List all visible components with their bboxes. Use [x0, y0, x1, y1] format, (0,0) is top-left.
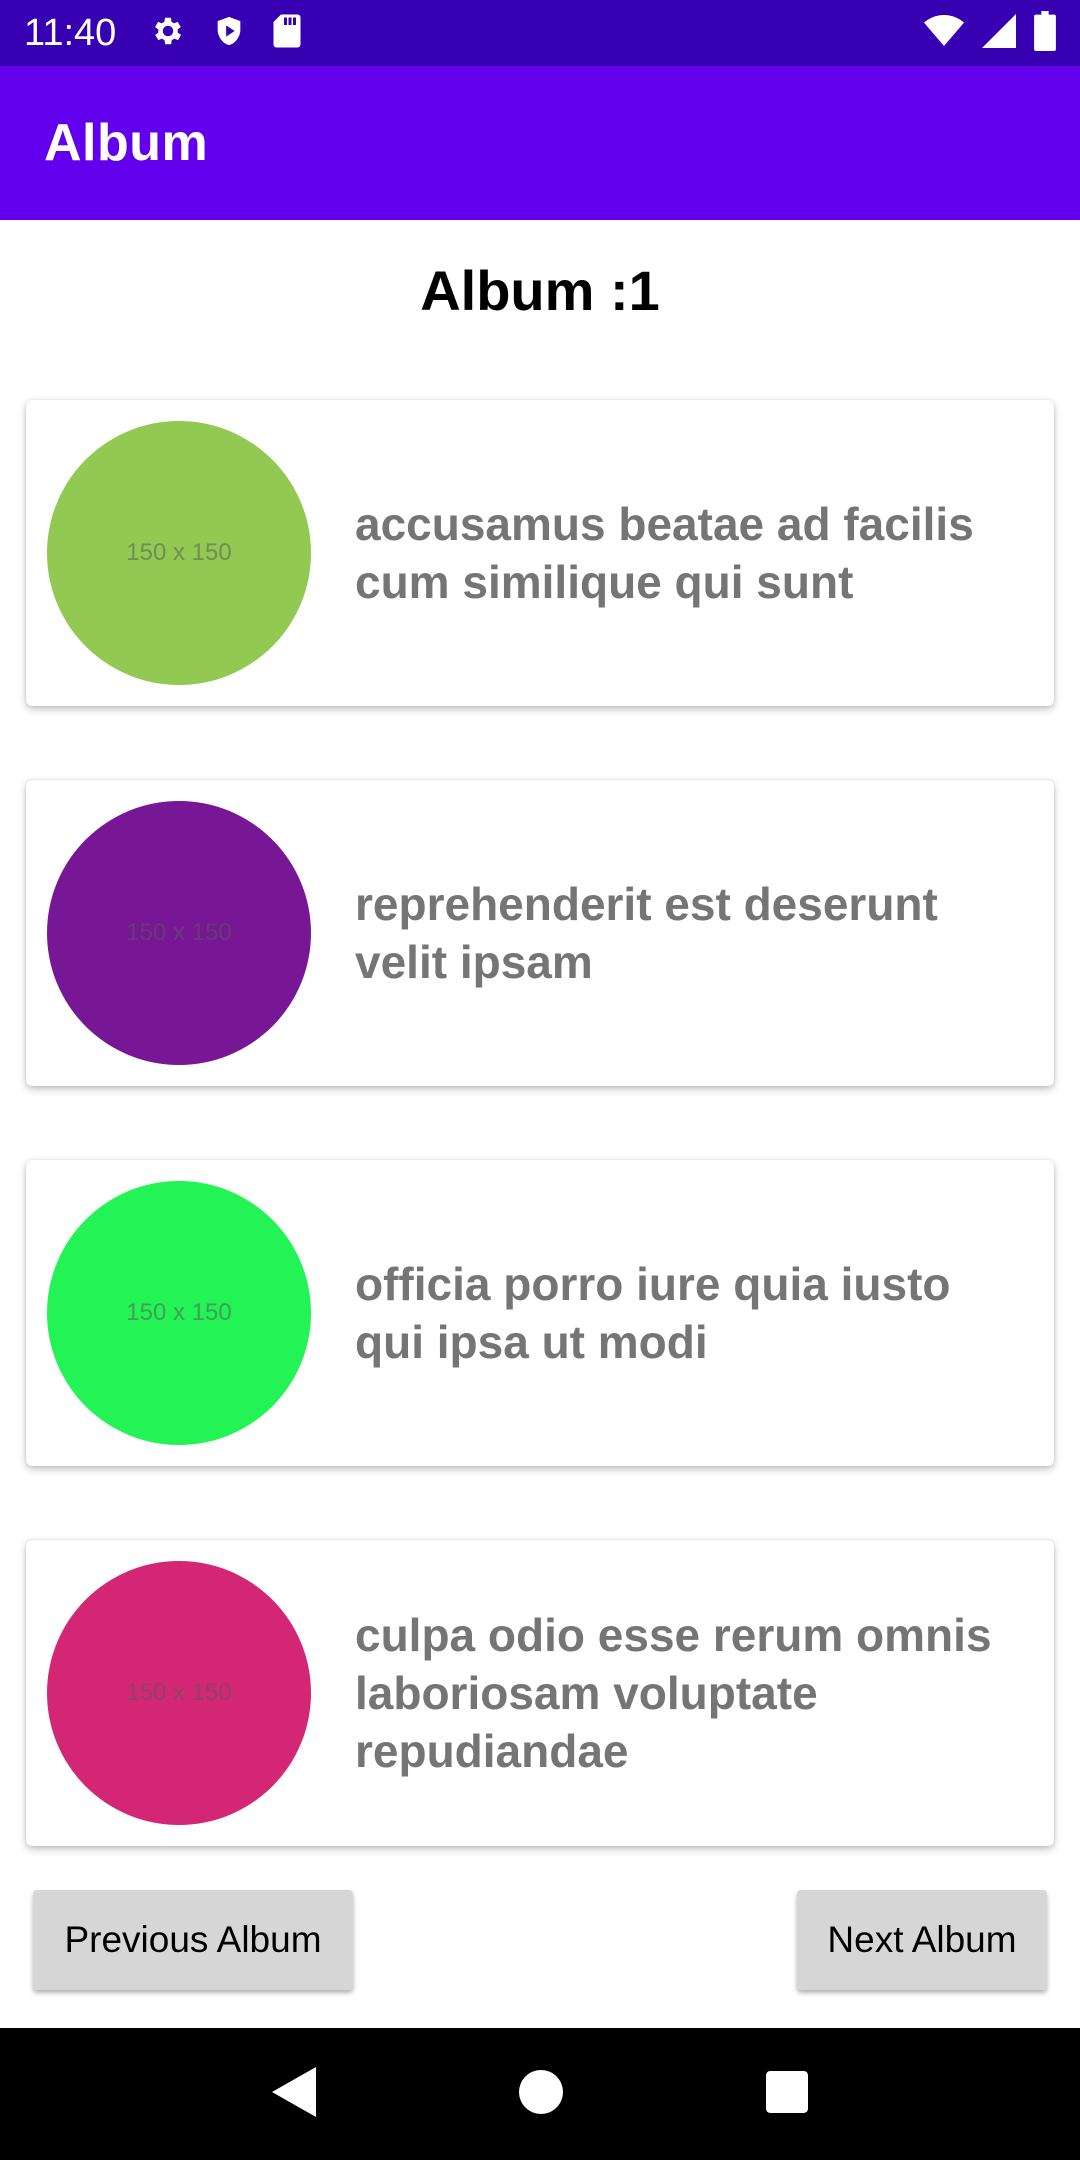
- status-icons-right: [924, 10, 1056, 56]
- status-icons-left: [150, 13, 302, 54]
- album-thumbnail: 150 x 150: [47, 421, 311, 685]
- wifi-icon: [924, 14, 964, 53]
- next-album-button[interactable]: Next Album: [797, 1890, 1047, 1990]
- album-title: culpa odio esse rerum omnis laboriosam v…: [355, 1609, 992, 1777]
- sd-card-icon: [272, 13, 302, 54]
- album-thumbnail: 150 x 150: [47, 1561, 311, 1825]
- album-card[interactable]: 150 x 150 culpa odio esse rerum omnis la…: [26, 1540, 1054, 1846]
- album-card[interactable]: 150 x 150 accusamus beatae ad facilis cu…: [26, 400, 1054, 706]
- thumbnail-label: 150 x 150: [126, 539, 232, 566]
- album-card[interactable]: 150 x 150 officia porro iure quia iusto …: [26, 1160, 1054, 1466]
- album-title: officia porro iure quia iusto qui ipsa u…: [355, 1258, 951, 1368]
- settings-icon: [150, 13, 186, 54]
- thumbnail-label: 150 x 150: [126, 919, 232, 946]
- pagination-bar: Previous Album Next Album: [0, 1874, 1080, 2028]
- back-icon[interactable]: [271, 2066, 316, 2122]
- system-nav-bar: [0, 2028, 1080, 2160]
- thumbnail-label: 150 x 150: [126, 1679, 232, 1706]
- album-thumbnail: 150 x 150: [47, 801, 311, 1065]
- status-time: 11:40: [24, 11, 117, 54]
- album-title: accusamus beatae ad facilis cum similiqu…: [355, 498, 974, 608]
- app-title: Album: [44, 114, 209, 172]
- previous-album-button[interactable]: Previous Album: [33, 1890, 353, 1990]
- battery-icon: [1034, 10, 1056, 56]
- album-heading: Album :1: [420, 259, 660, 322]
- album-title: reprehenderit est deserunt velit ipsam: [355, 878, 938, 988]
- home-icon[interactable]: [518, 2069, 563, 2119]
- album-card[interactable]: 150 x 150 reprehenderit est deserunt vel…: [26, 780, 1054, 1086]
- shield-icon: [212, 13, 246, 54]
- status-bar: 11:40: [0, 0, 1080, 66]
- signal-icon: [982, 13, 1016, 53]
- thumbnail-label: 150 x 150: [126, 1299, 232, 1326]
- album-thumbnail: 150 x 150: [47, 1181, 311, 1445]
- app-bar: Album: [0, 66, 1080, 220]
- recents-icon[interactable]: [766, 2070, 809, 2118]
